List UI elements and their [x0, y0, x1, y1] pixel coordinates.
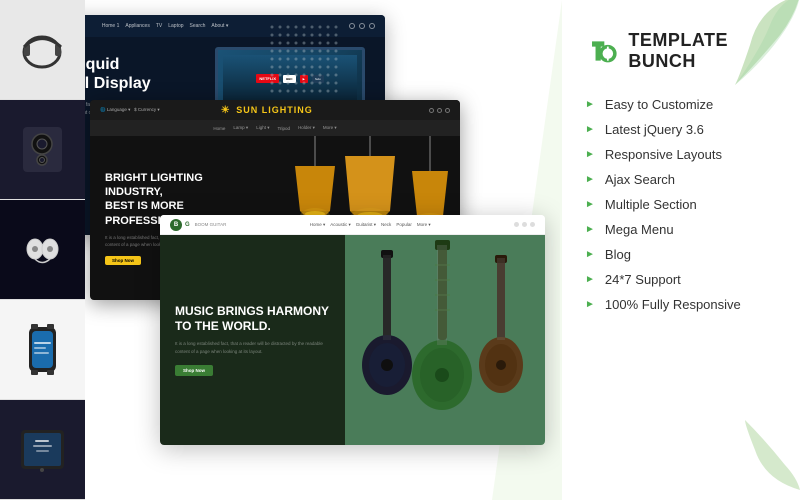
t2-logo: ☀ SUN LIGHTING: [221, 105, 313, 116]
feature-label: Ajax Search: [605, 172, 675, 187]
t3-shop-button[interactable]: Shop Now: [175, 365, 213, 376]
brand-logo: [585, 32, 618, 70]
feature-label: 100% Fully Responsive: [605, 297, 741, 312]
feature-multiple-section: ► Multiple Section: [585, 197, 780, 212]
feature-list: ► Easy to Customize ► Latest jQuery 3.6 …: [585, 97, 780, 312]
t2-cart-icon: [445, 108, 450, 113]
dots-pattern: [270, 25, 340, 95]
t1-nav-icons: [349, 23, 375, 29]
t3-hero-guitars: [345, 235, 545, 445]
t3-hero: MUSIC BRINGS HARMONY TO THE WORLD. It is…: [160, 235, 545, 445]
t1-nav-links: Home 1 Appliances TV Laptop Search About…: [102, 23, 228, 29]
arrow-icon: ►: [585, 149, 595, 160]
feature-jquery: ► Latest jQuery 3.6: [585, 122, 780, 137]
t3-cart-icon: [530, 222, 535, 227]
t3-user-icon: [522, 222, 527, 227]
t2-user-icon: [437, 108, 442, 113]
t3-logo-icon: B: [170, 219, 182, 231]
t3-brand-tagline: BOOM GUITAR: [195, 222, 227, 227]
arrow-icon: ►: [585, 124, 595, 135]
feature-mega-menu: ► Mega Menu: [585, 222, 780, 237]
t3-hero-desc: It is a long established fact, that a re…: [175, 340, 330, 354]
strip-item-2: [0, 100, 85, 200]
feature-blog: ► Blog: [585, 247, 780, 262]
brand-area: TEMPLATE BUNCH: [585, 30, 780, 72]
template-music: B G BOOM GUITAR Home ▾ Acoustic ▾ Guitar…: [160, 215, 545, 445]
t2-shop-button[interactable]: Shop Now: [105, 256, 141, 265]
strip-item-4: [0, 300, 85, 400]
t2-navbar: 🌐 Language ▾ $ Currency ▾ ☀ SUN LIGHTING: [90, 100, 460, 120]
feature-label: Blog: [605, 247, 631, 262]
t3-logo-text: G: [185, 222, 190, 228]
feature-label: Easy to Customize: [605, 97, 713, 112]
t3-nav-right: [514, 222, 535, 227]
arrow-icon: ►: [585, 99, 595, 110]
speaker-product: [15, 122, 70, 177]
feature-label: Responsive Layouts: [605, 147, 722, 162]
arrow-icon: ►: [585, 224, 595, 235]
right-panel-content: TEMPLATE BUNCH ► Easy to Customize ► Lat…: [585, 20, 780, 312]
feature-fully-responsive: ► 100% Fully Responsive: [585, 297, 780, 312]
cart-icon: [369, 23, 375, 29]
feature-easy-customize: ► Easy to Customize: [585, 97, 780, 112]
t3-hero-text: MUSIC BRINGS HARMONY TO THE WORLD. It is…: [160, 235, 345, 445]
t2-nav-right: [429, 108, 450, 113]
strip-item-3: [0, 200, 85, 300]
feature-label: Latest jQuery 3.6: [605, 122, 704, 137]
t2-subnav: Home Lamp ▾ Light ▾ Tripod Holder ▾ More…: [90, 120, 460, 136]
guitars-illustration: [345, 235, 545, 445]
arrow-icon: ►: [585, 299, 595, 310]
t3-search-icon: [514, 222, 519, 227]
tablet-product: [15, 422, 70, 477]
left-panel: ⚡ Elevate Electronics Home 1 Appliances …: [0, 0, 560, 500]
t3-hero-title: MUSIC BRINGS HARMONY TO THE WORLD.: [175, 304, 330, 334]
brand-name: TEMPLATE BUNCH: [628, 30, 780, 72]
user-icon: [359, 23, 365, 29]
t3-logo-area: B G BOOM GUITAR: [170, 219, 226, 231]
feature-support: ► 24*7 Support: [585, 272, 780, 287]
feature-label: Multiple Section: [605, 197, 697, 212]
feature-ajax-search: ► Ajax Search: [585, 172, 780, 187]
left-product-strip: [0, 0, 85, 500]
sun-icon: ☀: [221, 105, 231, 116]
arrow-icon: ►: [585, 199, 595, 210]
arrow-icon: ►: [585, 249, 595, 260]
t3-navbar: B G BOOM GUITAR Home ▾ Acoustic ▾ Guitar…: [160, 215, 545, 235]
t2-search-icon: [429, 108, 434, 113]
feature-responsive: ► Responsive Layouts: [585, 147, 780, 162]
smartwatch-product: [15, 322, 70, 377]
earbuds-product: [15, 222, 70, 277]
bottom-leaf-decoration: [745, 420, 800, 490]
t3-nav-links: Home ▾ Acoustic ▾ Guitarist ▾ Neck Popul…: [310, 222, 431, 228]
headphone-product: [15, 22, 70, 77]
t2-language-selector: 🌐 Language ▾ $ Currency ▾: [100, 107, 160, 113]
arrow-icon: ►: [585, 174, 595, 185]
strip-item-5: [0, 400, 85, 500]
right-panel: TEMPLATE BUNCH ► Easy to Customize ► Lat…: [570, 0, 800, 500]
feature-label: 24*7 Support: [605, 272, 681, 287]
strip-item-1: [0, 0, 85, 100]
search-icon: [349, 23, 355, 29]
arrow-icon: ►: [585, 274, 595, 285]
feature-label: Mega Menu: [605, 222, 674, 237]
